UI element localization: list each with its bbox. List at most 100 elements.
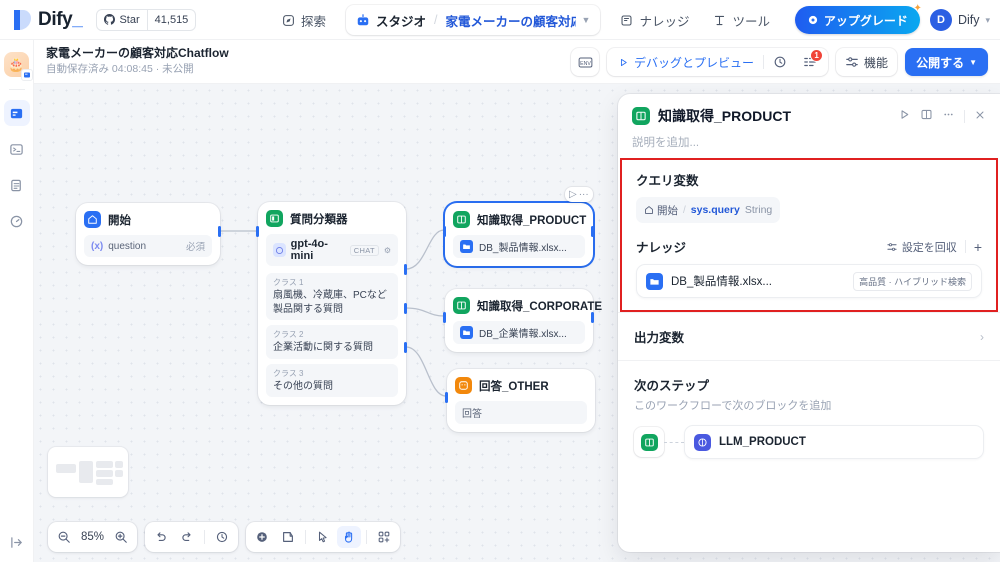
sidebar-item-workflow[interactable] xyxy=(3,100,30,126)
diamond-icon xyxy=(808,15,818,25)
recall-settings-button[interactable]: 設定を回収 xyxy=(886,239,957,255)
node-product-dataset: DB_製品情報.xlsx... xyxy=(453,235,585,258)
user-chevron-down-icon: ▾ xyxy=(985,14,990,25)
port-product-in[interactable] xyxy=(443,226,446,237)
class-3-label: クラス 3 xyxy=(273,368,304,378)
upgrade-button[interactable]: アップグレード ✦ xyxy=(794,3,922,34)
query-variable-title-row: クエリ変数 xyxy=(636,170,982,189)
hand-icon[interactable] xyxy=(337,526,362,548)
controls-divider xyxy=(305,530,307,544)
sparkle-icon: ✦ xyxy=(913,3,922,14)
main-nav: 探索 スタジオ / 家電メーカーの顧客対応C... ▼ ナレッジ ツール xyxy=(272,0,780,40)
knowledge-list-item[interactable]: DB_製品情報.xlsx... 高品質 · ハイブリッド検索 xyxy=(636,264,982,298)
nav-tools[interactable]: ツール xyxy=(703,6,780,34)
node-start[interactable]: 開始 (x) question 必須 xyxy=(76,203,220,265)
node-start-required: 必須 xyxy=(185,242,205,253)
query-variable-separator: / xyxy=(683,204,686,216)
node-question-classifier[interactable]: 質問分類器 gpt-4o-mini CHAT ⚙ クラス 1 扇風機、冷蔵庫、P… xyxy=(258,202,406,405)
zoom-level[interactable]: 85% xyxy=(78,531,107,543)
port-class-1-out[interactable] xyxy=(404,264,407,275)
panel-more-icon[interactable] xyxy=(942,108,955,124)
panel-description[interactable]: 説明を追加... xyxy=(632,134,986,150)
node-product-toolbar[interactable]: ▷ ··· xyxy=(565,187,593,202)
chevron-down-icon[interactable]: ▼ xyxy=(582,15,591,25)
node-answer-other[interactable]: 回答_OTHER 回答 xyxy=(447,369,595,432)
nav-knowledge[interactable]: ナレッジ xyxy=(610,6,699,34)
workflow-toolbar: 家電メーカーの顧客対応Chatflow 自動保存済み 04:08:45 · 未公… xyxy=(34,40,1000,84)
port-start-out[interactable] xyxy=(218,226,221,237)
sidebar-item-terminal[interactable] xyxy=(4,136,30,162)
sidebar-item-logs[interactable] xyxy=(4,172,30,198)
workflow-icon xyxy=(10,108,23,118)
features-button[interactable]: 機能 xyxy=(836,48,898,76)
add-knowledge-button[interactable]: + xyxy=(974,240,982,254)
port-corporate-in[interactable] xyxy=(443,312,446,323)
close-icon[interactable] xyxy=(974,109,986,124)
port-classifier-in[interactable] xyxy=(256,226,259,237)
node-product-dataset-name: DB_製品情報.xlsx... xyxy=(479,243,567,254)
node-knowledge-product[interactable]: 知識取得_PRODUCT DB_製品情報.xlsx... xyxy=(445,203,593,266)
pointer-icon[interactable] xyxy=(311,526,335,548)
next-step-row: LLM_PRODUCT xyxy=(634,425,984,459)
panel-header-row: 知識取得_PRODUCT xyxy=(632,106,986,126)
panel-title[interactable]: 知識取得_PRODUCT xyxy=(658,106,890,126)
zoom-out-icon[interactable] xyxy=(52,526,76,548)
port-answer-in[interactable] xyxy=(445,392,448,403)
sidebar-item-app[interactable]: 🎂 xyxy=(4,52,33,81)
brand-logo[interactable]: Dify_ xyxy=(12,8,83,31)
env-button[interactable]: ENV xyxy=(571,48,600,76)
notification-badge: 1 xyxy=(810,49,824,62)
next-step-source-node xyxy=(634,427,664,457)
debug-preview-label: デバッグとプレビュー xyxy=(634,55,755,70)
organize-icon[interactable] xyxy=(372,526,396,548)
minimap[interactable] xyxy=(48,447,128,497)
app-type-badge xyxy=(21,69,33,81)
publish-button[interactable]: 公開する ▼ xyxy=(905,48,988,76)
history-icon[interactable] xyxy=(210,526,234,548)
query-variable-value[interactable]: 開始 / sys.query String xyxy=(636,197,781,223)
query-variable-source: 開始 xyxy=(644,203,678,218)
add-node-icon[interactable] xyxy=(250,526,274,548)
node-product-title: 知識取得_PRODUCT xyxy=(477,214,587,227)
chevron-right-icon[interactable]: › xyxy=(980,330,984,344)
add-note-icon[interactable] xyxy=(276,526,300,548)
home-icon xyxy=(84,211,101,228)
nav-separator: / xyxy=(434,13,438,27)
monitor-gauge-icon xyxy=(10,215,23,227)
workflow-title-block: 家電メーカーの顧客対応Chatflow 自動保存済み 04:08:45 · 未公… xyxy=(46,46,229,77)
minimap-node xyxy=(56,464,76,473)
minimap-node xyxy=(115,470,123,477)
sidebar-collapse[interactable] xyxy=(0,535,34,550)
undo-icon[interactable] xyxy=(149,526,173,548)
panel-actions-divider xyxy=(964,109,965,123)
node-more-icon[interactable]: ··· xyxy=(579,189,589,200)
output-variables-section[interactable]: 出力変数 › xyxy=(618,313,1000,360)
next-step-connector xyxy=(664,441,684,443)
zoom-in-icon[interactable] xyxy=(109,526,133,548)
port-class-3-out[interactable] xyxy=(404,342,407,353)
brand-name: Dify_ xyxy=(38,8,83,30)
panel-run-icon[interactable] xyxy=(898,108,911,124)
port-class-2-out[interactable] xyxy=(404,303,407,314)
port-corporate-out[interactable] xyxy=(591,312,594,323)
variable-icon: (x) xyxy=(91,240,104,252)
node-knowledge-corporate[interactable]: 知識取得_CORPORATE DB_企業情報.xlsx... xyxy=(445,289,602,352)
node-run-icon[interactable]: ▷ xyxy=(569,189,577,200)
nav-studio[interactable]: スタジオ / 家電メーカーの顧客対応C... ▼ xyxy=(346,5,601,35)
checklist-button[interactable]: 1 xyxy=(796,49,824,73)
redo-icon[interactable] xyxy=(175,526,199,548)
query-variable-key: sys.query xyxy=(690,204,740,216)
user-menu[interactable]: D Dify ▾ xyxy=(929,9,990,31)
sidebar-item-monitoring[interactable] xyxy=(4,208,30,234)
nav-explore[interactable]: 探索 xyxy=(272,6,336,34)
panel-help-book-icon[interactable] xyxy=(920,108,933,124)
port-product-out[interactable] xyxy=(591,226,594,237)
node-classifier-model[interactable]: gpt-4o-mini CHAT ⚙ xyxy=(266,234,398,266)
github-star-chip[interactable]: Star 41,515 xyxy=(96,8,197,31)
run-history-button[interactable] xyxy=(766,51,794,73)
recall-settings-label: 設定を回収 xyxy=(901,241,957,254)
next-step-card[interactable]: LLM_PRODUCT xyxy=(684,425,984,459)
panel-actions xyxy=(898,108,986,124)
model-settings-icon[interactable]: ⚙ xyxy=(384,246,391,255)
debug-preview-button[interactable]: デバッグとプレビュー xyxy=(611,51,761,73)
